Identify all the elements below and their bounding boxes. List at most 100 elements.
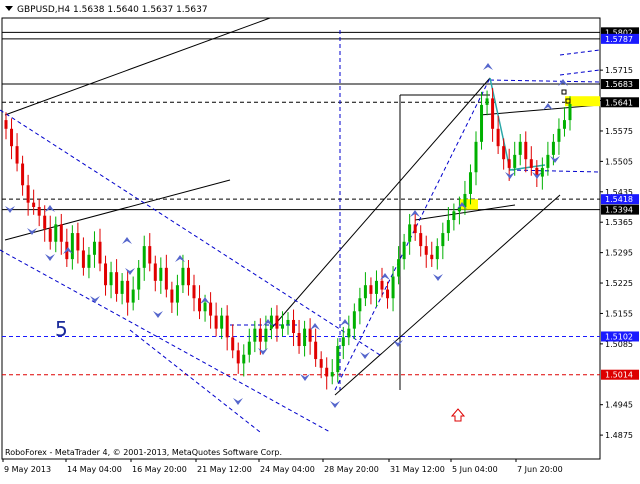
candle-body [358, 298, 362, 312]
candle-body [303, 328, 307, 347]
candle-body [529, 159, 533, 168]
candle-body [269, 315, 273, 329]
candle-body [275, 315, 279, 329]
candle-body [220, 315, 224, 329]
candle-body [92, 241, 96, 255]
candle-body [562, 120, 566, 129]
candle-body [352, 311, 356, 329]
candle-body [264, 328, 268, 342]
candle-body [518, 141, 522, 155]
candle-body [452, 211, 456, 221]
candle-body [115, 272, 119, 294]
candle-body [391, 276, 395, 299]
x-tick-label: 5 Jun 04:00 [452, 465, 498, 474]
candle-body [70, 233, 74, 260]
header: GBPUSD,H4 1.5638 1.5640 1.5637 1.5637 [5, 5, 208, 15]
candle-body [480, 104, 484, 142]
x-tick-label: 9 May 2013 [4, 465, 51, 474]
candle-body [557, 128, 561, 142]
candle-body [59, 224, 63, 242]
candle-body [21, 163, 25, 186]
candle-body [297, 333, 301, 347]
candle-body [485, 98, 489, 105]
chart-canvas: 1.57151.56451.55751.55051.54351.53651.52… [0, 0, 640, 480]
candle-body [341, 337, 345, 347]
candle-body [203, 302, 207, 312]
candle-body [4, 120, 8, 129]
candle-body [319, 359, 323, 368]
candle-body [258, 328, 262, 342]
candle-body [386, 289, 390, 299]
x-tick-label: 24 May 04:00 [260, 465, 315, 474]
candle-body [43, 215, 47, 229]
candle-body [153, 263, 157, 281]
x-tick-label: 14 May 04:00 [67, 465, 122, 474]
y-tick-label: 1.5505 [605, 157, 633, 166]
candle-body [181, 267, 185, 286]
candle-body [546, 154, 550, 168]
candle-body [419, 233, 423, 247]
candle-body [502, 146, 506, 160]
candle-body [87, 254, 91, 268]
x-tick-label: 28 May 20:00 [324, 465, 379, 474]
candle-body [120, 280, 124, 294]
candle-body [48, 228, 52, 242]
candle-body [408, 224, 412, 242]
chart-background [0, 0, 640, 480]
candle-body [424, 246, 428, 255]
y-tick-label: 1.5295 [605, 249, 633, 258]
candle-body [98, 241, 102, 264]
y-tick-label: 1.5715 [605, 66, 633, 75]
candle-body [286, 319, 290, 325]
y-tick-label: 1.5365 [605, 218, 633, 227]
price-label-text: 1.5683 [605, 80, 633, 89]
candle-body [446, 220, 450, 234]
candle-body [369, 285, 373, 294]
y-tick-label: 1.5225 [605, 279, 633, 288]
candle-body [568, 104, 572, 121]
candle-body [159, 267, 163, 281]
x-tick-label: 31 May 12:00 [390, 465, 445, 474]
x-tick-label: 21 May 12:00 [197, 465, 252, 474]
candle-body [214, 315, 218, 329]
candle-body [314, 341, 318, 360]
candle-body [225, 315, 229, 338]
copyright-text: RoboForex - MetaTrader 4, © 2001-2013, M… [5, 448, 282, 457]
candle-body [468, 172, 472, 194]
candle-body [491, 98, 495, 129]
candle-body [104, 263, 108, 286]
candle-body [513, 154, 517, 168]
candle-body [198, 298, 202, 312]
candle-body [54, 224, 58, 242]
candle-body [430, 254, 434, 260]
candle-body [402, 241, 406, 260]
candle-body [253, 328, 257, 342]
candle-body [551, 141, 555, 155]
price-label-text: 1.5102 [605, 332, 633, 341]
candle-body [142, 246, 146, 268]
price-label-text: 1.5394 [605, 206, 633, 215]
candle-body [507, 159, 511, 168]
chart: 1.57151.56451.55751.55051.54351.53651.52… [0, 0, 640, 480]
candle-body [164, 267, 168, 290]
candle-body [231, 337, 235, 351]
candle-body [496, 128, 500, 147]
candle-body [236, 350, 240, 364]
candle-body [374, 280, 378, 294]
y-tick-label: 1.5155 [605, 309, 633, 318]
candle-body [209, 302, 213, 316]
candle-body [474, 141, 478, 173]
candle-body [131, 289, 135, 303]
x-tick-label: 16 May 20:00 [132, 465, 187, 474]
candle-body [15, 146, 19, 164]
price-label-text: 1.5014 [605, 371, 633, 380]
candle-body [280, 324, 284, 329]
candle-body [325, 367, 329, 377]
candle-body [441, 233, 445, 247]
candle-body [26, 185, 30, 203]
candle-body [242, 354, 246, 364]
candle-body [32, 202, 36, 207]
y-tick-label: 1.4945 [605, 401, 633, 410]
price-label-text: 1.5641 [605, 98, 633, 107]
candle-body [175, 285, 179, 303]
